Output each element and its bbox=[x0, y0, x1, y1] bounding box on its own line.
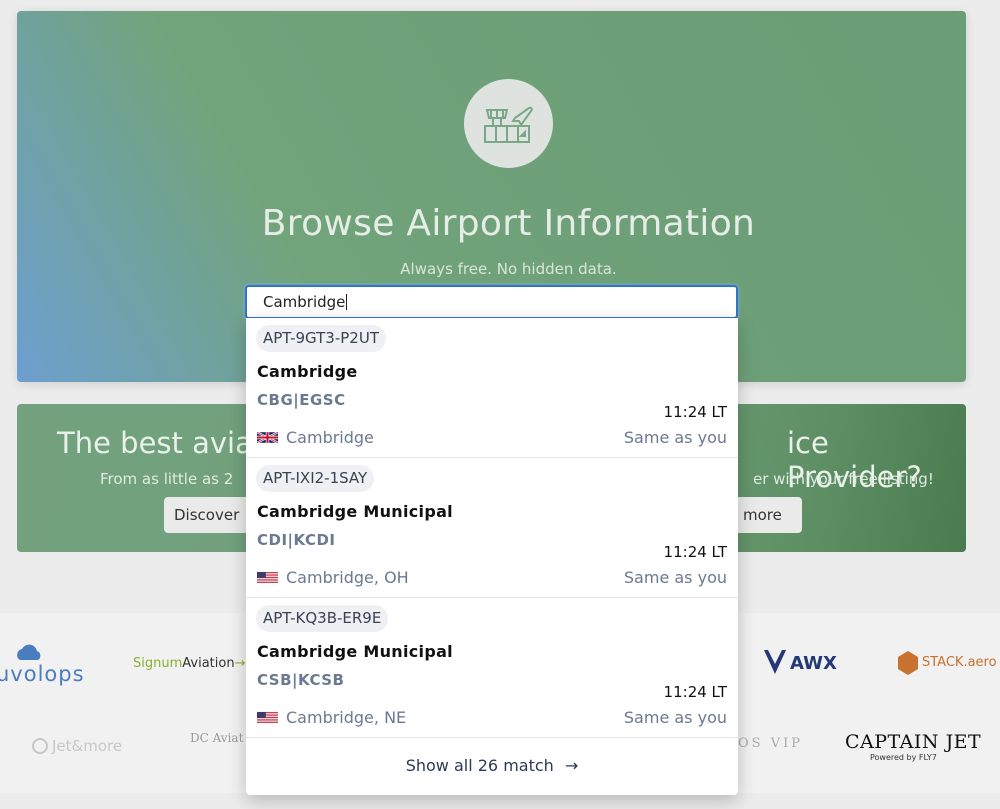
stack-icon bbox=[898, 651, 918, 675]
airport-codes: CSB|KCSB bbox=[257, 671, 345, 689]
awx-chevron-icon bbox=[764, 650, 786, 674]
search-result-item[interactable]: APT-9GT3-P2UT Cambridge CBG|EGSC 11:24 L… bbox=[246, 318, 738, 458]
airport-codes: CBG|EGSC bbox=[257, 391, 346, 409]
page-subtitle: Always free. No hidden data. bbox=[400, 260, 617, 278]
relative-time: Same as you bbox=[623, 568, 727, 587]
airport-id-pill: APT-KQ3B-ER9E bbox=[256, 605, 389, 632]
show-all-label: Show all 26 match bbox=[405, 756, 554, 775]
stack-text: STACK.aero bbox=[922, 655, 997, 670]
aviation-text: Aviation bbox=[182, 656, 235, 671]
location-text: Cambridge, OH bbox=[286, 568, 409, 587]
airport-name: Cambridge Municipal bbox=[257, 502, 453, 521]
page-title: Browse Airport Information bbox=[261, 203, 756, 244]
airport-location: Cambridge bbox=[257, 428, 374, 447]
relative-time: Same as you bbox=[623, 428, 727, 447]
airport-search-input[interactable]: Cambridge bbox=[245, 285, 738, 319]
airport-tower-plane-icon bbox=[464, 79, 553, 168]
airport-codes: CDI|KCDI bbox=[257, 531, 336, 549]
airport-location: Cambridge, OH bbox=[257, 568, 409, 587]
signum-text: Signum bbox=[133, 656, 183, 671]
arrow-right-icon: → bbox=[564, 756, 579, 775]
captain-jet-sub: Powered by FLY7 bbox=[870, 753, 937, 762]
airport-name: Cambridge Municipal bbox=[257, 642, 453, 661]
us-flag-icon bbox=[257, 711, 278, 724]
jetmore-logo[interactable]: Jet&more bbox=[32, 737, 122, 755]
location-text: Cambridge bbox=[286, 428, 374, 447]
uvolops-logo-text: uvolops bbox=[0, 662, 85, 686]
vip-text: OS VIP bbox=[738, 736, 803, 751]
dc-aviation-text: DC Aviat bbox=[190, 731, 244, 745]
cloud-icon bbox=[17, 644, 41, 660]
airport-name: Cambridge bbox=[257, 362, 358, 381]
uk-flag-icon bbox=[257, 431, 278, 444]
jetmore-circle-icon bbox=[32, 738, 48, 754]
banner-sub-right: er with your free listing! bbox=[753, 470, 934, 488]
show-all-matches-link[interactable]: Show all 26 match → bbox=[246, 756, 738, 775]
airport-location: Cambridge, NE bbox=[257, 708, 406, 727]
dc-aviation-logo[interactable]: DC Aviat bbox=[190, 731, 243, 745]
search-result-item[interactable]: APT-IXI2-1SAY Cambridge Municipal CDI|KC… bbox=[246, 458, 738, 598]
search-result-item[interactable]: APT-KQ3B-ER9E Cambridge Municipal CSB|KC… bbox=[246, 598, 738, 738]
relative-time: Same as you bbox=[623, 708, 727, 727]
location-text: Cambridge, NE bbox=[286, 708, 407, 727]
captain-jet-logo[interactable]: CAPTAIN JET Powered by FLY7 bbox=[845, 731, 981, 762]
banner-title-left: The best avia bbox=[57, 426, 253, 460]
us-flag-icon bbox=[257, 571, 278, 584]
local-time: 11:24 LT bbox=[663, 543, 727, 561]
search-input-value: Cambridge bbox=[263, 293, 346, 311]
vip-logo[interactable]: OS VIP bbox=[738, 736, 803, 751]
banner-sub-left: From as little as 2 bbox=[100, 470, 234, 488]
arrow-icon: → bbox=[234, 656, 246, 671]
local-time: 11:24 LT bbox=[663, 403, 727, 421]
airport-id-pill: APT-IXI2-1SAY bbox=[256, 465, 375, 492]
text-caret bbox=[346, 294, 348, 310]
captain-jet-text: CAPTAIN JET bbox=[845, 731, 982, 753]
airport-id-pill: APT-9GT3-P2UT bbox=[256, 325, 386, 352]
signum-aviation-logo[interactable]: SignumAviation→ bbox=[133, 656, 245, 671]
awx-text: AWX bbox=[790, 653, 837, 674]
search-results-dropdown: APT-9GT3-P2UT Cambridge CBG|EGSC 11:24 L… bbox=[246, 318, 738, 795]
local-time: 11:24 LT bbox=[663, 683, 727, 701]
jetmore-text: Jet&more bbox=[52, 737, 123, 755]
